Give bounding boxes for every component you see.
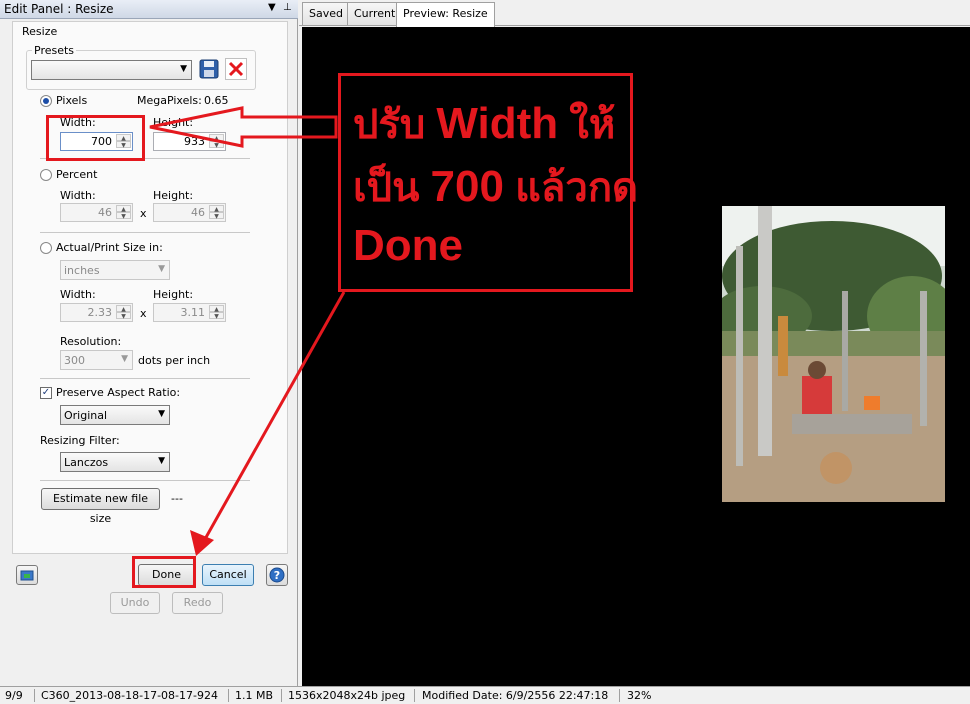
- divider: [619, 689, 620, 702]
- divider: [40, 232, 250, 233]
- divider: [281, 689, 282, 702]
- print-size-label: Actual/Print Size in:: [56, 241, 163, 254]
- cancel-button[interactable]: Cancel: [202, 564, 254, 586]
- spinner-arrows-icon: ▲ ▼: [116, 205, 131, 220]
- chevron-down-icon: ▼: [158, 456, 165, 466]
- dpi-label: dots per inch: [138, 354, 211, 367]
- image-dimensions: 1536x2048x24b jpeg: [288, 689, 406, 702]
- help-button[interactable]: ?: [266, 564, 288, 586]
- pixel-height-input[interactable]: 933 ▲ ▼: [153, 132, 226, 151]
- times-symbol: x: [140, 207, 147, 220]
- tab-saved[interactable]: Saved: [302, 2, 350, 25]
- chevron-down-icon: ▼: [158, 264, 165, 274]
- chevron-down-icon: ▼: [121, 354, 128, 364]
- pixels-radio[interactable]: [40, 95, 52, 107]
- instruction-callout: ปรับ Width ให้ เป็น 700 แล้วกด Done: [338, 73, 638, 292]
- megapixels-label: MegaPixels:: [137, 94, 202, 107]
- divider: [40, 378, 250, 379]
- tab-current[interactable]: Current: [347, 2, 403, 25]
- resize-section: Resize Presets ▼ Pixels MegaPixels: 0.65…: [12, 21, 288, 554]
- pixels-label: Pixels: [56, 94, 88, 107]
- file-size: 1.1 MB: [235, 689, 274, 702]
- spinner-arrows-icon: ▲ ▼: [116, 305, 131, 320]
- percent-radio[interactable]: [40, 169, 52, 181]
- status-bar: 9/9 C360_2013-08-18-17-08-17-924 1.1 MB …: [0, 686, 970, 704]
- aspect-ratio-select[interactable]: Original ▼: [60, 405, 170, 425]
- presets-select[interactable]: ▼: [31, 60, 192, 80]
- presets-label: Presets: [32, 44, 77, 57]
- chevron-down-icon: ▼: [180, 64, 187, 74]
- instruction-line-1: ปรับ Width ให้: [353, 99, 616, 148]
- preview-tabs: Saved Current Preview: Resize: [299, 0, 970, 27]
- pixel-height-label: Height:: [153, 116, 194, 129]
- divider: [414, 689, 415, 702]
- redo-button[interactable]: Redo: [172, 592, 223, 614]
- percent-height-input[interactable]: 46 ▲ ▼: [153, 203, 226, 222]
- resize-section-label: Resize: [22, 25, 58, 38]
- print-height-input[interactable]: 3.11 ▲ ▼: [153, 303, 226, 322]
- resolution-select[interactable]: 300 ▼: [60, 350, 133, 370]
- panel-title: Edit Panel : Resize: [4, 2, 114, 16]
- spinner-arrows-icon[interactable]: ▲ ▼: [209, 134, 224, 149]
- divider: [34, 689, 35, 702]
- instruction-line-3: Done: [353, 221, 463, 270]
- compare-button[interactable]: [16, 565, 38, 585]
- estimate-result: ---: [171, 492, 183, 505]
- percent-width-input[interactable]: 46 ▲ ▼: [60, 203, 133, 222]
- done-highlight: [132, 556, 196, 588]
- preserve-aspect-label: Preserve Aspect Ratio:: [56, 386, 181, 399]
- file-name: C360_2013-08-18-17-08-17-924: [41, 689, 218, 702]
- unit-select[interactable]: inches ▼: [60, 260, 170, 280]
- chevron-down-icon: ▼: [158, 409, 165, 419]
- help-icon: ?: [269, 567, 285, 583]
- print-height-label: Height:: [153, 288, 194, 301]
- print-width-input[interactable]: 2.33 ▲ ▼: [60, 303, 133, 322]
- instruction-line-2: เป็น 700 แล้วกด: [353, 162, 639, 211]
- tab-preview-resize[interactable]: Preview: Resize: [396, 2, 495, 27]
- spinner-arrows-icon: ▲ ▼: [209, 205, 224, 220]
- divider: [228, 689, 229, 702]
- zoom-level: 32%: [627, 689, 652, 702]
- width-highlight: [46, 115, 145, 161]
- modified-date: Modified Date: 6/9/2556 22:47:18: [422, 689, 609, 702]
- megapixels-value: 0.65: [204, 94, 229, 107]
- floppy-disk-icon: [199, 59, 219, 79]
- window-icon: [20, 570, 34, 581]
- spinner-arrows-icon: ▲ ▼: [209, 305, 224, 320]
- percent-height-label: Height:: [153, 189, 194, 202]
- times-symbol: x: [140, 307, 147, 320]
- percent-label: Percent: [56, 168, 98, 181]
- save-preset-button[interactable]: [198, 58, 220, 80]
- panel-menu-icon[interactable]: ▼: [268, 2, 276, 13]
- resizing-filter-label: Resizing Filter:: [40, 434, 120, 447]
- divider: [40, 480, 250, 481]
- undo-button[interactable]: Undo: [110, 592, 160, 614]
- resolution-label: Resolution:: [60, 335, 122, 348]
- panel-header: Edit Panel : Resize ▼ ⊥: [0, 0, 298, 19]
- print-size-radio[interactable]: [40, 242, 52, 254]
- pin-icon[interactable]: ⊥: [283, 2, 292, 13]
- estimate-file-size-button[interactable]: Estimate new file size: [41, 488, 160, 525]
- image-index: 9/9: [5, 689, 23, 702]
- resizing-filter-select[interactable]: Lanczos ▼: [60, 452, 170, 472]
- print-width-label: Width:: [60, 288, 96, 301]
- preview-image: [722, 206, 945, 502]
- red-x-icon: [228, 61, 244, 77]
- percent-width-label: Width:: [60, 189, 96, 202]
- svg-text:?: ?: [274, 569, 280, 582]
- delete-preset-button[interactable]: [225, 58, 247, 80]
- preserve-aspect-checkbox[interactable]: ✓: [40, 387, 52, 399]
